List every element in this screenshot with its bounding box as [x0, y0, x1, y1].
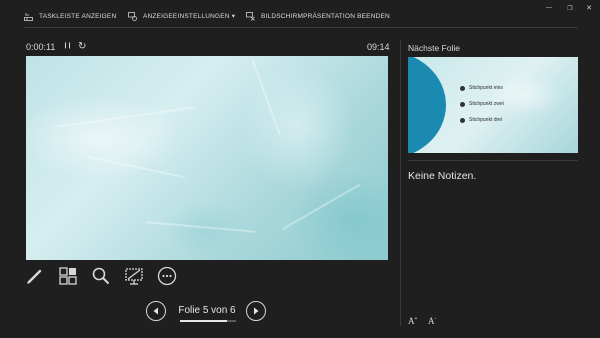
end-slideshow-button[interactable]: BILDSCHIRMPRÄSENTATION BEENDEN: [246, 8, 390, 24]
close-icon: ✕: [586, 5, 592, 12]
minimize-button[interactable]: —: [542, 3, 556, 13]
end-slideshow-label: BILDSCHIRMPRÄSENTATION BEENDEN: [261, 12, 390, 20]
bullet-icon: [460, 85, 465, 91]
more-options-icon: [157, 266, 177, 286]
decrease-font-button[interactable]: A-: [428, 316, 436, 326]
next-slide-preview[interactable]: Stichpunkt eins Stichpunkt zwei Stichpun…: [408, 57, 578, 153]
see-all-slides-button[interactable]: [57, 265, 79, 287]
slide-texture: [281, 183, 361, 231]
slide-texture: [56, 106, 196, 128]
bullet-icon: [460, 117, 465, 123]
speaker-notes: Keine Notizen.: [408, 170, 477, 182]
preview-bullet-text: Stichpunkt zwei: [469, 101, 504, 107]
preview-bullet: Stichpunkt eins: [460, 85, 503, 91]
previous-arrow-icon: [153, 307, 158, 315]
display-settings-icon: [128, 11, 137, 21]
slide-texture: [251, 59, 281, 135]
zoom-button[interactable]: [90, 265, 112, 287]
show-taskbar-button[interactable]: TASKLEISTE ANZEIGEN: [24, 8, 116, 24]
restore-icon: ❐: [567, 5, 573, 12]
taskbar-icon: [24, 12, 33, 21]
preview-bullet-text: Stichpunkt eins: [469, 85, 503, 91]
reset-timer-icon[interactable]: ↻: [78, 41, 86, 52]
close-button[interactable]: ✕: [582, 3, 596, 13]
next-slide-button[interactable]: [246, 301, 266, 321]
current-slide[interactable]: [26, 56, 388, 260]
increase-font-button[interactable]: A+: [408, 316, 417, 326]
end-slideshow-icon: [246, 11, 255, 21]
bullet-icon: [460, 101, 465, 107]
preview-accent-shape: [408, 57, 446, 153]
notes-divider: [408, 160, 578, 161]
slide-progress-fill: [180, 320, 227, 322]
elapsed-timer: 0:00:11: [26, 42, 56, 52]
minimize-icon: —: [546, 5, 552, 11]
slide-counter[interactable]: Folie 5 von 6: [168, 305, 246, 316]
pane-divider: [400, 40, 401, 326]
pause-timer-icon[interactable]: ❙❙: [63, 42, 72, 49]
clock-time: 09:14: [367, 42, 390, 52]
display-settings-button[interactable]: ANZEIGEEINSTELLUNGEN ▾: [128, 8, 235, 24]
slide-texture: [146, 221, 256, 233]
slide-texture: [86, 155, 186, 179]
slide-progress-bar: [180, 320, 236, 322]
preview-bullet: Stichpunkt drei: [460, 117, 502, 123]
next-arrow-icon: [254, 307, 259, 315]
restore-button[interactable]: ❐: [563, 3, 577, 13]
preview-bullet-text: Stichpunkt drei: [469, 117, 503, 123]
show-taskbar-label: TASKLEISTE ANZEIGEN: [39, 12, 117, 20]
more-options-button[interactable]: [156, 265, 178, 287]
black-screen-icon: [125, 268, 143, 285]
next-slide-label: Nächste Folie: [408, 43, 460, 53]
zoom-icon: [92, 267, 110, 285]
see-all-slides-icon: [59, 267, 77, 285]
toolbar-divider: [24, 27, 578, 28]
previous-slide-button[interactable]: [146, 301, 166, 321]
pen-tool-button[interactable]: [24, 265, 46, 287]
preview-bullet: Stichpunkt zwei: [460, 101, 504, 107]
pen-icon: [27, 269, 42, 284]
display-settings-label: ANZEIGEEINSTELLUNGEN ▾: [143, 13, 236, 20]
black-screen-button[interactable]: [123, 265, 145, 287]
